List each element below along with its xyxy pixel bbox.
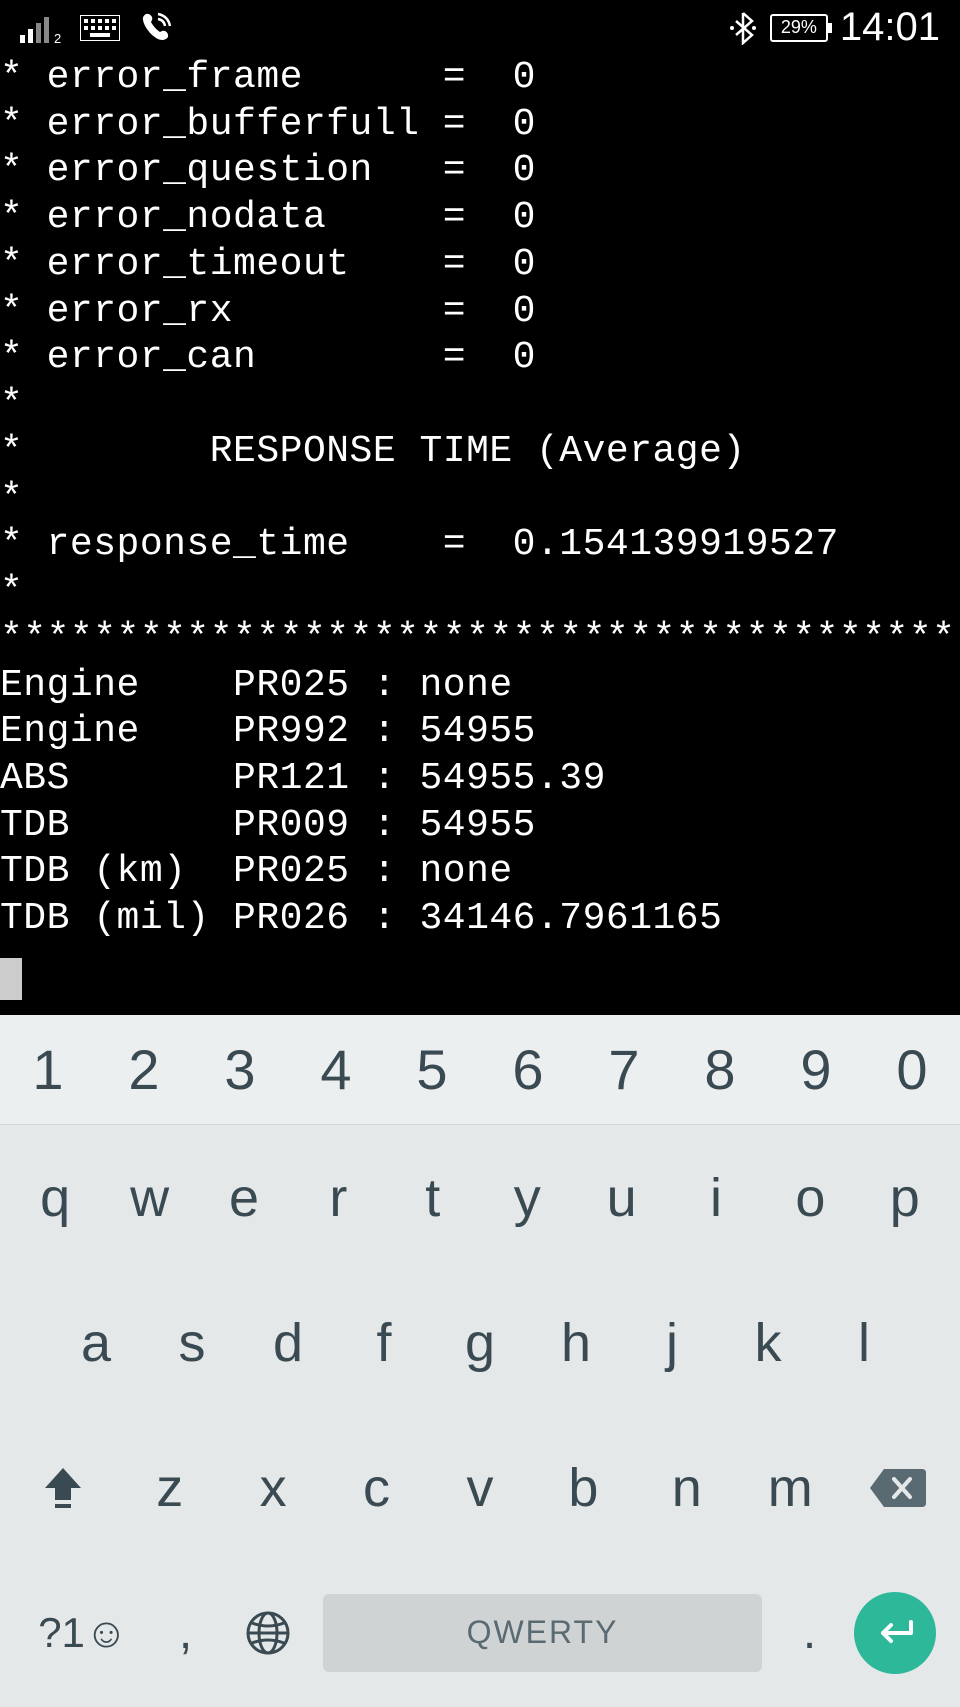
status-bar: 2 29% 14: (0, 0, 960, 55)
key-c[interactable]: c (325, 1457, 428, 1519)
key-u[interactable]: u (574, 1167, 668, 1229)
key-a[interactable]: a (48, 1312, 144, 1374)
key-i[interactable]: i (669, 1167, 763, 1229)
keyboard-row-3: zxcvbnm (0, 1415, 960, 1560)
key-r[interactable]: r (291, 1167, 385, 1229)
terminal-output[interactable]: * error_frame = 0 * error_bufferfull = 0… (0, 55, 960, 1015)
soft-keyboard: 1234567890 qwertyuiop asdfghjkl zxcvbnm … (0, 1015, 960, 1707)
period-key[interactable]: . (772, 1605, 847, 1660)
key-4[interactable]: 4 (288, 1037, 384, 1102)
battery-percent: 29% (781, 17, 817, 38)
battery-indicator: 29% (770, 14, 828, 42)
keyboard-row-2: asdfghjkl (0, 1270, 960, 1415)
keyboard-row-1: qwertyuiop (0, 1125, 960, 1270)
key-5[interactable]: 5 (384, 1037, 480, 1102)
key-t[interactable]: t (386, 1167, 480, 1229)
key-y[interactable]: y (480, 1167, 574, 1229)
svg-text:2: 2 (54, 31, 61, 43)
key-j[interactable]: j (624, 1312, 720, 1374)
key-e[interactable]: e (197, 1167, 291, 1229)
key-o[interactable]: o (763, 1167, 857, 1229)
key-6[interactable]: 6 (480, 1037, 576, 1102)
backspace-key[interactable] (842, 1467, 952, 1509)
key-n[interactable]: n (635, 1457, 738, 1519)
language-key[interactable] (223, 1609, 313, 1657)
symbols-key[interactable]: ?1☺ (18, 1609, 148, 1657)
bluetooth-icon (728, 11, 758, 45)
keyboard-bottom-row: ?1☺ , QWERTY . (0, 1560, 960, 1705)
terminal-cursor (0, 958, 22, 1000)
terminal-text: * error_frame = 0 * error_bufferfull = 0… (0, 56, 960, 940)
enter-key[interactable] (847, 1592, 942, 1674)
key-g[interactable]: g (432, 1312, 528, 1374)
key-b[interactable]: b (532, 1457, 635, 1519)
key-7[interactable]: 7 (576, 1037, 672, 1102)
key-9[interactable]: 9 (768, 1037, 864, 1102)
key-s[interactable]: s (144, 1312, 240, 1374)
key-z[interactable]: z (118, 1457, 221, 1519)
spacebar[interactable]: QWERTY (323, 1594, 762, 1672)
key-2[interactable]: 2 (96, 1037, 192, 1102)
key-1[interactable]: 1 (0, 1037, 96, 1102)
key-0[interactable]: 0 (864, 1037, 960, 1102)
shift-key[interactable] (8, 1462, 118, 1514)
key-f[interactable]: f (336, 1312, 432, 1374)
key-m[interactable]: m (739, 1457, 842, 1519)
key-d[interactable]: d (240, 1312, 336, 1374)
keyboard-status-icon (80, 15, 120, 41)
key-x[interactable]: x (221, 1457, 324, 1519)
clock-time: 14:01 (840, 5, 940, 50)
key-h[interactable]: h (528, 1312, 624, 1374)
key-w[interactable]: w (102, 1167, 196, 1229)
key-v[interactable]: v (428, 1457, 531, 1519)
spacebar-label: QWERTY (467, 1614, 619, 1651)
key-3[interactable]: 3 (192, 1037, 288, 1102)
signal-icon: 2 (20, 13, 62, 43)
key-p[interactable]: p (858, 1167, 952, 1229)
keyboard-number-row: 1234567890 (0, 1015, 960, 1125)
key-l[interactable]: l (816, 1312, 912, 1374)
phone-call-icon (138, 10, 174, 46)
key-k[interactable]: k (720, 1312, 816, 1374)
key-8[interactable]: 8 (672, 1037, 768, 1102)
comma-key[interactable]: , (148, 1605, 223, 1660)
key-q[interactable]: q (8, 1167, 102, 1229)
